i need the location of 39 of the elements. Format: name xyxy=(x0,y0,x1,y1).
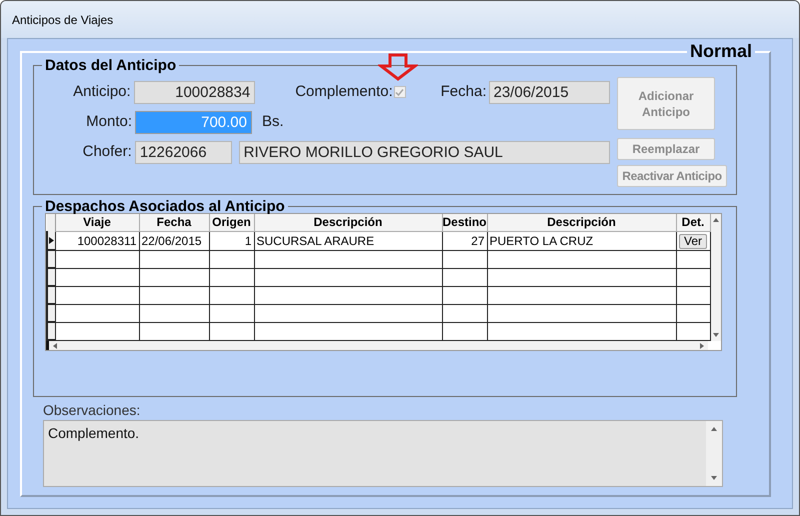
table-cell: 1 xyxy=(209,231,254,250)
window-title: Anticipos de Viajes xyxy=(12,12,114,28)
scrollbar[interactable] xyxy=(710,214,721,341)
scroll-down-icon[interactable] xyxy=(711,476,717,480)
chofer-code-field[interactable]: 12262066 xyxy=(134,140,232,164)
table-cell: 100028311 xyxy=(55,231,139,250)
table-cell: 27 xyxy=(442,231,487,250)
field-label: Anticipo: xyxy=(72,82,131,102)
field-label: Complemento: xyxy=(295,82,393,102)
table-cell: SUCURSAL ARAURE xyxy=(254,231,442,250)
table-cell: PUERTO LA CRUZ xyxy=(487,231,676,250)
scrollbar[interactable] xyxy=(706,421,722,486)
scroll-left-icon[interactable] xyxy=(53,342,57,348)
column-header: Det. xyxy=(676,214,710,231)
chofer-name-field[interactable]: RIVERO MORILLO GREGORIO SAUL xyxy=(238,140,610,164)
scroll-right-icon[interactable] xyxy=(700,342,704,348)
column-header: Origen xyxy=(209,214,254,231)
field-label: Fecha: xyxy=(440,82,486,102)
column-header: Descripción xyxy=(487,214,676,231)
ver-button[interactable]: Ver xyxy=(678,234,707,248)
field-label: Monto: xyxy=(85,112,132,132)
table-cell: 22/06/2015 xyxy=(139,231,209,250)
group-title: Datos del Anticipo xyxy=(44,57,178,74)
field-label: Observaciones: xyxy=(43,402,142,418)
observations-field[interactable]: Complemento. xyxy=(43,420,723,487)
arrow-annotation xyxy=(378,53,418,81)
scroll-up-icon[interactable] xyxy=(712,218,719,222)
group-title: Despachos Asociados al Anticipo xyxy=(44,198,286,215)
scrollbar[interactable] xyxy=(46,341,708,350)
scroll-up-icon[interactable] xyxy=(711,427,717,431)
column-header: Destino xyxy=(442,214,487,231)
field-label: Chofer: xyxy=(82,142,132,162)
anticipo-field[interactable]: 100028834 xyxy=(134,80,256,104)
column-header: Viaje xyxy=(55,214,139,231)
field-label: Bs. xyxy=(262,112,284,132)
fecha-field[interactable]: 23/06/2015 xyxy=(488,80,610,104)
scroll-down-icon[interactable] xyxy=(712,333,719,337)
column-header: Fecha xyxy=(139,214,209,231)
column-header: Descripción xyxy=(254,214,442,231)
